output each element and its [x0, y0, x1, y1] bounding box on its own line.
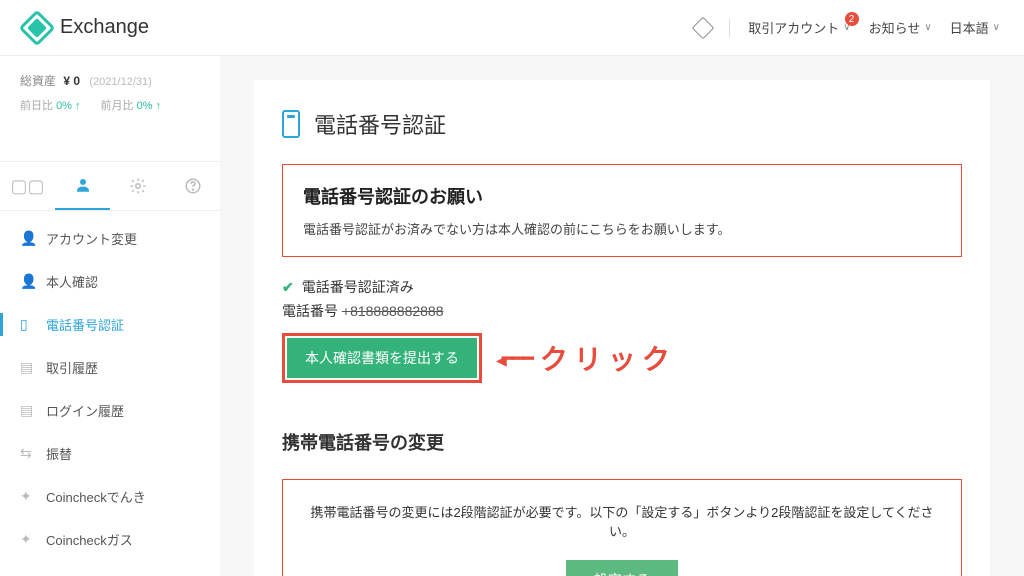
submit-documents-button[interactable]: 本人確認書類を提出する — [287, 338, 477, 378]
flame-icon: ✦ — [20, 531, 36, 548]
nav-label: Coincheckガス — [46, 530, 133, 549]
nav-phone-auth[interactable]: ▯ 電話番号認証 — [0, 303, 220, 346]
nav-identity-verify[interactable]: 👤 本人確認 — [0, 260, 220, 303]
phone-label: 電話番号 — [282, 303, 338, 319]
verified-status: ✔ 電話番号認証済み — [282, 277, 962, 297]
prev-month-value: 0% ↑ — [137, 100, 161, 112]
click-text: クリック — [540, 338, 676, 378]
notice-body: 電話番号認証がお済みでない方は本人確認の前にこちらをお願いします。 — [303, 219, 941, 238]
divider — [729, 19, 730, 37]
nav-transfer[interactable]: ⇆ 振替 — [0, 432, 220, 475]
nav-label: 振替 — [46, 444, 72, 463]
user-icon: 👤 — [20, 273, 36, 290]
notice-box: 電話番号認証のお願い 電話番号認証がお済みでない方は本人確認の前にこちらをお願い… — [282, 164, 962, 257]
assets-amount: ¥ 0 — [63, 74, 80, 88]
nav-denki[interactable]: ✦ Coincheckでんき — [0, 475, 220, 518]
prev-day-label: 前日比 — [20, 100, 53, 112]
chevron-down-icon: ∨ — [924, 22, 931, 33]
sidebar-tabs: ▢▢ — [0, 161, 220, 211]
notices-menu[interactable]: お知らせ ∨ — [869, 18, 932, 37]
tab-dashboard-icon[interactable]: ▢▢ — [0, 162, 55, 210]
arrow-left-icon: ━━━ — [496, 346, 532, 371]
phone-icon: ▯ — [20, 316, 36, 333]
nav-label: 取引履歴 — [46, 358, 98, 377]
notification-badge: 2 — [845, 12, 859, 26]
tab-account-icon[interactable] — [55, 162, 110, 210]
nav-label: ログイン履歴 — [46, 401, 124, 420]
page-title: 電話番号認証 — [282, 108, 962, 140]
nav-login-history[interactable]: ▤ ログイン履歴 — [0, 389, 220, 432]
click-annotation: ━━━ クリック — [496, 338, 676, 378]
phone-display: 電話番号 +818888882888 — [282, 301, 962, 321]
nav-trade-history[interactable]: ▤ 取引履歴 — [0, 346, 220, 389]
nav-label: 本人確認 — [46, 272, 98, 291]
assets-date: (2021/12/31) — [89, 76, 151, 88]
tab-settings-icon[interactable] — [110, 162, 165, 210]
brand[interactable]: Exchange — [24, 15, 149, 41]
prev-month-label: 前月比 — [101, 100, 134, 112]
sidebar: 総資産 ¥ 0 (2021/12/31) 前日比 0% ↑ 前月比 0% ↑ ▢… — [0, 56, 220, 576]
section-change-phone-title: 携帯電話番号の変更 — [282, 429, 962, 455]
page-title-text: 電話番号認証 — [314, 108, 446, 140]
total-assets: 総資産 ¥ 0 (2021/12/31) — [0, 72, 220, 97]
prev-day-value: 0% ↑ — [56, 100, 80, 112]
transfer-icon: ⇆ — [20, 445, 36, 462]
verified-text: 電話番号認証済み — [302, 277, 414, 297]
main-content: 電話番号認証 電話番号認証のお願い 電話番号認証がお済みでない方は本人確認の前に… — [220, 56, 1024, 576]
notices-label: お知らせ — [869, 18, 921, 37]
nav-label: 電話番号認証 — [46, 315, 124, 334]
logo-icon — [19, 9, 56, 46]
trading-account-menu[interactable]: 取引アカウント ∨ 2 — [748, 18, 850, 37]
phone-icon — [282, 110, 300, 138]
nav-label: Coincheckでんき — [46, 487, 146, 506]
list-icon: ▤ — [20, 359, 36, 376]
assets-label: 総資産 — [20, 74, 56, 88]
notice-heading: 電話番号認証のお願い — [303, 183, 941, 209]
document-icon: ▤ — [20, 402, 36, 419]
tab-help-icon[interactable] — [165, 162, 220, 210]
user-icon: 👤 — [20, 230, 36, 247]
change-phone-box: 携帯電話番号の変更には2段階認証が必要です。以下の「設定する」ボタンより2段階認… — [282, 479, 962, 576]
bulb-icon: ✦ — [20, 488, 36, 505]
header-actions: 取引アカウント ∨ 2 お知らせ ∨ 日本語 ∨ — [695, 18, 1000, 37]
check-icon: ✔ — [282, 279, 294, 296]
trading-account-label: 取引アカウント — [748, 18, 839, 37]
brand-name: Exchange — [60, 16, 149, 39]
nav-gas[interactable]: ✦ Coincheckガス — [0, 518, 220, 561]
chevron-down-icon: ∨ — [993, 22, 1000, 33]
phone-number: +818888882888 — [342, 303, 444, 319]
sidebar-nav: 👤 アカウント変更 👤 本人確認 ▯ 電話番号認証 ▤ 取引履歴 ▤ ログイン履歴 ⇆ 振替… — [0, 211, 220, 561]
submit-highlight: 本人確認書類を提出する — [282, 333, 482, 383]
change-phone-body: 携帯電話番号の変更には2段階認証が必要です。以下の「設定する」ボタンより2段階認… — [303, 502, 941, 540]
nav-account-change[interactable]: 👤 アカウント変更 — [0, 217, 220, 260]
cube-icon[interactable] — [692, 16, 715, 39]
language-menu[interactable]: 日本語 ∨ — [950, 18, 1000, 37]
settings-button[interactable]: 設定する — [566, 560, 678, 576]
nav-label: アカウント変更 — [46, 229, 137, 248]
header: Exchange 取引アカウント ∨ 2 お知らせ ∨ 日本語 ∨ — [0, 0, 1024, 56]
language-label: 日本語 — [950, 18, 989, 37]
delta-row: 前日比 0% ↑ 前月比 0% ↑ — [0, 97, 220, 131]
